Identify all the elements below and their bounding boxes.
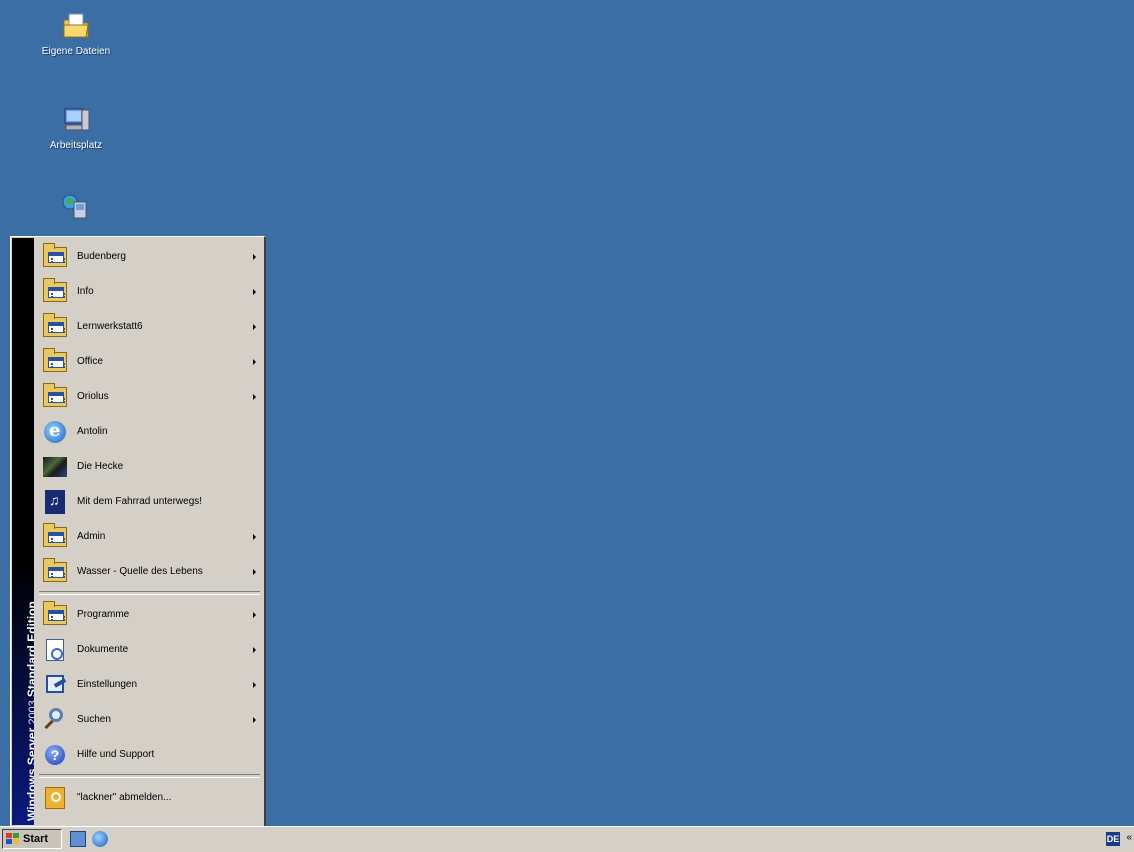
menu-item-label: Oriolus (77, 391, 109, 402)
my-documents-icon (63, 13, 89, 38)
menu-item-die-hecke[interactable]: Die Hecke (37, 449, 262, 484)
banner-edition: Standard Edition (25, 601, 34, 698)
submenu-arrow-icon (253, 393, 256, 400)
submenu-arrow-icon (253, 568, 256, 575)
settings-icon (41, 671, 69, 699)
menu-item-label: Mit dem Fahrrad unterwegs! (77, 496, 203, 507)
logoff-icon (41, 784, 69, 812)
menu-item-label: "lackner" abmelden... (77, 792, 172, 803)
menu-item-fahrrad[interactable]: Mit dem Fahrrad unterwegs! (37, 484, 262, 519)
program-folder-icon (41, 382, 69, 411)
menu-item-info[interactable]: Info (37, 274, 262, 309)
menu-item-dokumente[interactable]: Dokumente (37, 632, 262, 667)
menu-item-antolin[interactable]: Antolin (37, 414, 262, 449)
menu-item-label: Hilfe und Support (77, 749, 155, 760)
menu-item-label: Info (77, 286, 94, 297)
menu-item-label: Admin (77, 531, 106, 542)
submenu-arrow-icon (253, 716, 256, 723)
hedge-app-icon (41, 453, 69, 481)
start-menu-items: Budenberg Info Lernwerkstatt6 Office Ori… (37, 239, 262, 815)
my-computer-icon (64, 108, 90, 131)
menu-item-suchen[interactable]: Suchen (37, 702, 262, 737)
menu-item-office[interactable]: Office (37, 344, 262, 379)
start-menu-banner: Windows Server 2003 Standard Edition (12, 238, 34, 825)
menu-item-budenberg[interactable]: Budenberg (37, 239, 262, 274)
menu-separator (39, 591, 260, 595)
submenu-arrow-icon (253, 646, 256, 653)
start-menu: Windows Server 2003 Standard Edition Bud… (10, 236, 266, 828)
menu-item-label: Suchen (77, 714, 111, 725)
menu-item-label: Die Hecke (77, 461, 124, 472)
documents-icon (41, 636, 69, 664)
menu-item-label: Dokumente (77, 644, 129, 655)
show-desktop-icon[interactable] (70, 831, 86, 847)
taskbar: Start DE « (0, 826, 1134, 852)
start-button[interactable]: Start (2, 829, 62, 849)
program-folder-icon (41, 242, 69, 271)
start-label: Start (23, 833, 49, 845)
menu-item-label: Office (77, 356, 103, 367)
network-places-icon (62, 194, 87, 219)
language-indicator-icon[interactable]: DE (1106, 832, 1120, 846)
desktop-icon-network[interactable] (36, 192, 116, 228)
program-folder-icon (41, 557, 69, 586)
desktop-icon-my-computer[interactable]: Arbeitsplatz (36, 104, 116, 151)
internet-explorer-icon (41, 418, 69, 446)
program-folder-icon (41, 277, 69, 306)
search-icon (41, 706, 69, 734)
banner-version: 2003 (27, 700, 34, 725)
menu-item-einstellungen[interactable]: Einstellungen (37, 667, 262, 702)
menu-item-label: Antolin (77, 426, 108, 437)
menu-item-programme[interactable]: Programme (37, 597, 262, 632)
menu-separator (39, 774, 260, 778)
desktop-icon-label: Arbeitsplatz (49, 140, 103, 151)
bicycle-app-icon (41, 488, 69, 516)
submenu-arrow-icon (253, 288, 256, 295)
internet-explorer-icon[interactable] (92, 831, 108, 847)
menu-item-oriolus[interactable]: Oriolus (37, 379, 262, 414)
windows-logo-icon (6, 833, 20, 845)
submenu-arrow-icon (253, 253, 256, 260)
menu-item-wasser[interactable]: Wasser - Quelle des Lebens (37, 554, 262, 589)
program-folder-icon (41, 347, 69, 376)
menu-item-label: Lernwerkstatt6 (77, 321, 143, 332)
submenu-arrow-icon (253, 611, 256, 618)
submenu-arrow-icon (253, 358, 256, 365)
menu-item-hilfe[interactable]: ? Hilfe und Support (37, 737, 262, 772)
menu-item-label: Einstellungen (77, 679, 138, 690)
desktop-icon-label: Eigene Dateien (41, 46, 111, 57)
menu-item-admin[interactable]: Admin (37, 519, 262, 554)
submenu-arrow-icon (253, 681, 256, 688)
help-icon: ? (41, 741, 69, 769)
programs-icon (41, 600, 69, 629)
program-folder-icon (41, 312, 69, 341)
banner-brand: Windows Server (25, 727, 34, 821)
tray-expand-icon[interactable]: « (1126, 832, 1132, 843)
menu-item-label: Budenberg (77, 251, 126, 262)
menu-item-lernwerkstatt[interactable]: Lernwerkstatt6 (37, 309, 262, 344)
menu-item-label: Programme (77, 609, 130, 620)
program-folder-icon (41, 522, 69, 551)
menu-item-label: Wasser - Quelle des Lebens (77, 566, 203, 577)
submenu-arrow-icon (253, 533, 256, 540)
submenu-arrow-icon (253, 323, 256, 330)
desktop-icon-my-documents[interactable]: Eigene Dateien (36, 10, 116, 57)
menu-item-logoff[interactable]: "lackner" abmelden... (37, 780, 262, 815)
